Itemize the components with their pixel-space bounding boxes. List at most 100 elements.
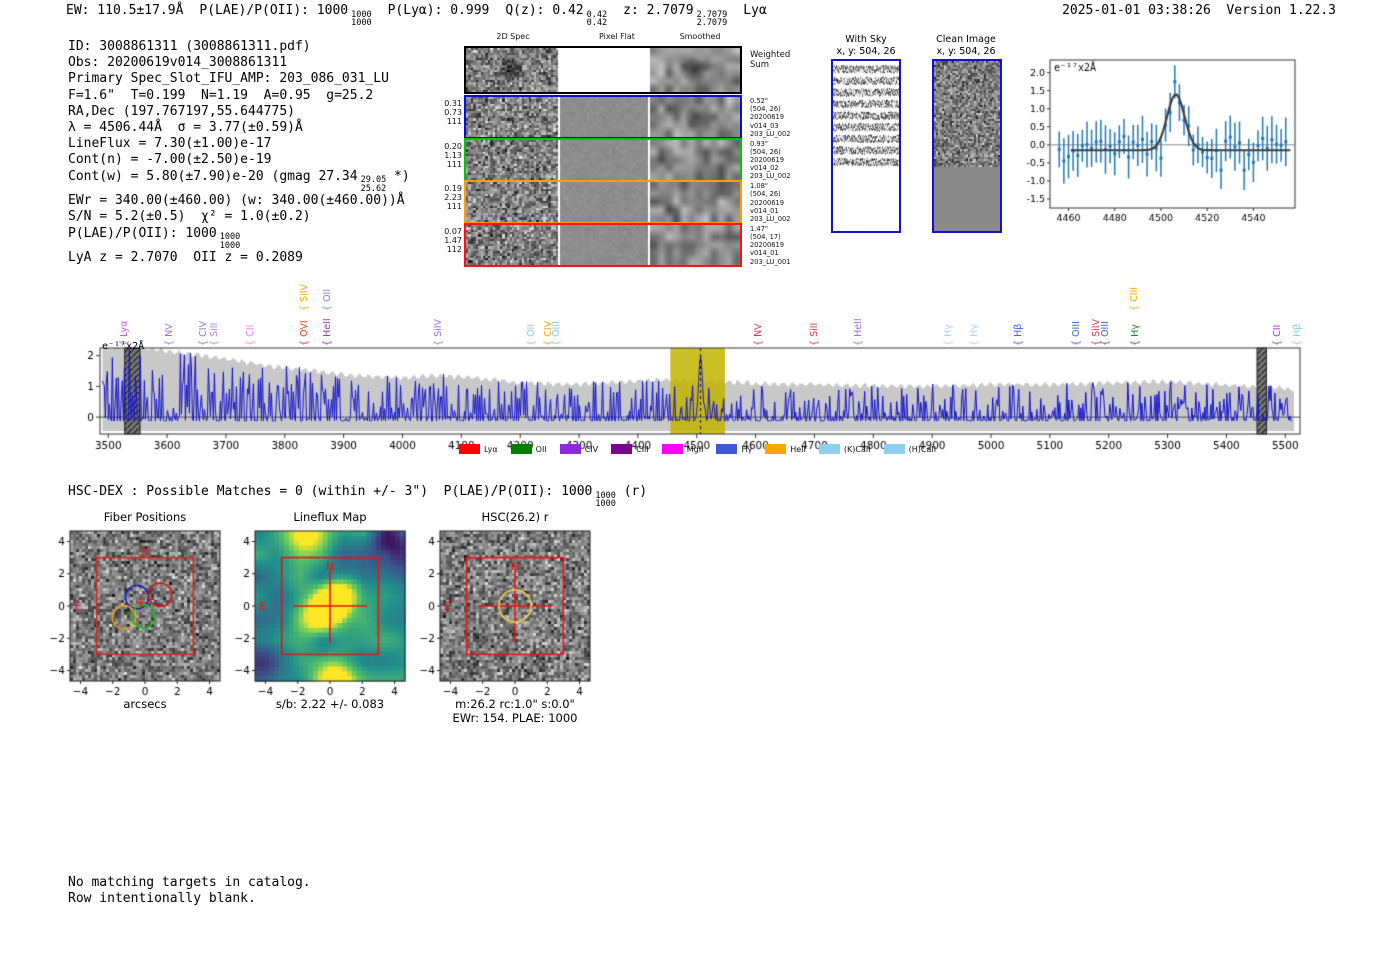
- header-segment-3: Q(z): 0.42 0.42 0.42: [505, 3, 607, 27]
- twod-row-canvas-1: [466, 97, 740, 137]
- twod-right-4-0: 1.47": [750, 224, 768, 233]
- legend-item-(H)CaII: (H)CaII: [883, 444, 936, 454]
- twod-row-canvas-3: [466, 182, 740, 223]
- twod-right-3-2: 20200619: [750, 198, 785, 207]
- legend-swatch-(H)CaII: [883, 444, 905, 454]
- legend-item-CIV: CIV: [559, 444, 598, 454]
- twod-header-pixelflat: Pixel Flat: [599, 32, 635, 41]
- twod-right-3-3: v014_01: [750, 206, 779, 215]
- info-line-5: λ = 4506.44Å σ = 3.77(±0.59)Å: [68, 120, 426, 136]
- legend-label-HeII: HeII: [790, 444, 806, 454]
- twod-right-1-0: 0.52": [750, 97, 768, 105]
- main-units-annotation: e⁻¹⁷x2Å: [102, 341, 145, 352]
- header-text-1: P(LAE)/P(OII): 1000: [199, 3, 349, 18]
- twod-row-0: [464, 46, 742, 94]
- twod-left-1-0: 0.31: [444, 99, 462, 108]
- info-3-segment-0: F=1.6" T=0.199 N=1.19 A=0.95 g=25.2: [68, 88, 373, 103]
- twod-row-1: [464, 95, 742, 139]
- info-11-segment-0: P(LAE)/P(OII): 1000 1000 1000: [68, 226, 240, 250]
- twod-right-labels-1: 0.52" (504, 26) 20200619 v014_03 203_LU_002: [750, 97, 791, 138]
- info-12-text-0: LyA z = 2.7070 OII z = 0.2089: [68, 250, 303, 266]
- twod-right-3-1: (504, 26): [750, 190, 781, 199]
- twod-right-2-4: 203_LU_002: [750, 172, 791, 181]
- header-fraction-3: 0.42 0.42: [587, 10, 607, 28]
- twod-right-0-0: Weighted: [750, 50, 791, 60]
- emission-line-label-SiIV-6: { SiIV: [299, 283, 311, 311]
- hscdex-text-0: HSC-DEX : Possible Matches = 0 (within +…: [68, 484, 593, 499]
- legend-item-HeII: HeII: [765, 444, 806, 454]
- info-8-suffix-0: *): [386, 168, 410, 184]
- clean-title-line: Clean Image: [936, 34, 996, 45]
- header-frac-bot-4: 2.7079: [696, 18, 728, 28]
- info-2-text-0: Primary Spec_Slot_IFU_AMP: 203_086_031_L…: [68, 71, 389, 87]
- info-4-segment-0: RA,Dec (197.767197,55.644775): [68, 104, 295, 119]
- lineflux-map-title: Lineflux Map: [293, 510, 367, 524]
- hsc-dex-match-line: HSC-DEX : Possible Matches = 0 (within +…: [68, 484, 663, 509]
- twod-left-labels-4: 0.07 1.47 112: [432, 227, 462, 254]
- info-12-segment-0: LyA z = 2.7070 OII z = 0.2089: [68, 250, 303, 265]
- legend-label-Lyα: Lyα: [483, 444, 498, 454]
- info-3-text-0: F=1.6" T=0.199 N=1.19 A=0.95 g=25.2: [68, 87, 374, 103]
- legend-label-(K)CaII: (K)CaII: [843, 444, 871, 454]
- header-segment-4: z: 2.7079 2.7079 2.7079: [623, 3, 727, 27]
- twod-header-2dspec: 2D Spec: [496, 32, 530, 41]
- info-10-segment-0: S/N = 5.2(±0.5) χ² = 1.0(±0.2): [68, 209, 311, 224]
- twod-right-2-1: (504, 26): [750, 147, 781, 156]
- twod-left-3-2: 111: [446, 202, 462, 212]
- twod-right-3-0: 1.08": [750, 182, 768, 191]
- twod-right-labels-0: Weighted Sum: [750, 50, 790, 70]
- twod-left-3-0: 0.19: [444, 184, 462, 194]
- legend-swatch-Lyα: [458, 444, 480, 454]
- twod-right-labels-3: 1.08" (504, 26) 20200619 v014_01 203_LU_002: [750, 182, 791, 223]
- twod-right-labels-4: 1.47" (504, 17) 20200619 v014_01 203_LU_001: [750, 225, 791, 266]
- legend-label-OII: OII: [535, 444, 547, 454]
- clean-image: [932, 59, 1002, 233]
- twod-row-canvas-4: [466, 224, 740, 265]
- header-timestamp: 2025-01-01 03:38:26 Version 1.22.3: [1062, 3, 1336, 18]
- info-4-text-0: RA,Dec (197.767197,55.644775): [68, 103, 295, 119]
- twod-left-2-1: 1.13: [444, 150, 462, 160]
- info-9-text-0: EWr = 340.00(±460.00) (w: 340.00(±460.00…: [68, 193, 405, 209]
- twod-right-labels-2: 0.93" (504, 26) 20200619 v014_02 203_LU_002: [750, 140, 791, 181]
- footer-line-1: No matching targets in catalog.: [68, 875, 311, 890]
- footer-notes: No matching targets in catalog. Row inte…: [68, 875, 311, 906]
- info-line-0: ID: 3008861311 (3008861311.pdf): [68, 39, 426, 55]
- info-11-fraction-0: 1000 1000: [220, 233, 240, 250]
- twod-right-1-4: 203_LU_002: [750, 129, 791, 138]
- info-0-segment-0: ID: 3008861311 (3008861311.pdf): [68, 39, 311, 54]
- legend-item-CIII: CIII: [611, 444, 649, 454]
- info-line-8: Cont(w) = 5.80(±7.90)e-20 (gmag 27.34 29.…: [68, 169, 426, 194]
- spectrum-legend: Lyα OII CIV CIII MgII Hγ HeII (K)CaII (H)CaII: [85, 444, 1310, 454]
- twod-left-4-1: 1.47: [444, 235, 462, 245]
- twod-header-smoothed: Smoothed: [679, 32, 721, 41]
- hsc-xlabel2: EWr: 154. PLAE: 1000: [452, 711, 578, 725]
- twod-left-4-0: 0.07: [444, 226, 462, 236]
- info-line-12: LyA z = 2.7070 OII z = 0.2089: [68, 250, 426, 266]
- info-line-7: Cont(n) = -7.00(±2.50)e-19: [68, 152, 426, 168]
- twod-left-3-1: 2.23: [444, 193, 462, 203]
- info-8-segment-0: Cont(w) = 5.80(±7.90)e-20 (gmag 27.34 29.…: [68, 168, 410, 193]
- info-7-segment-0: Cont(n) = -7.00(±2.50)e-19: [68, 152, 272, 167]
- legend-item-Lyα: Lyα: [458, 444, 498, 454]
- legend-label-Hγ: Hγ: [741, 444, 753, 454]
- clean-subtitle: x, y: 504, 26: [936, 45, 996, 57]
- twod-left-1-1: 0.73: [444, 108, 462, 117]
- info-6-text-0: LineFlux = 7.30(±1.00)e-17: [68, 136, 272, 152]
- header-text-3: Q(z): 0.42: [505, 3, 584, 18]
- legend-item-OII: OII: [510, 444, 547, 454]
- header-segment-0: EW: 110.5±17.9Å: [66, 3, 183, 18]
- twod-right-0-1: Sum: [750, 60, 770, 70]
- info-line-6: LineFlux = 7.30(±1.00)e-17: [68, 136, 426, 152]
- emission-line-label-CIII-23: { CIII: [1129, 286, 1141, 311]
- info-2-segment-0: Primary Spec_Slot_IFU_AMP: 203_086_031_L…: [68, 71, 389, 86]
- legend-swatch-(K)CaII: [818, 444, 840, 454]
- hsc-cutout-plot: [404, 527, 609, 699]
- twod-left-labels-1: 0.31 0.73 111: [432, 99, 462, 126]
- twod-row-4: [464, 222, 742, 267]
- info-5-segment-0: λ = 4506.44Å σ = 3.77(±0.59)Å: [68, 120, 303, 135]
- footer-line-2: Row intentionally blank.: [68, 890, 256, 906]
- header-fraction-4: 2.7079 2.7079: [696, 10, 728, 28]
- legend-item-Hγ: Hγ: [716, 444, 752, 454]
- twod-row-canvas-2: [466, 139, 740, 180]
- header-text-4: z: 2.7079: [623, 3, 694, 18]
